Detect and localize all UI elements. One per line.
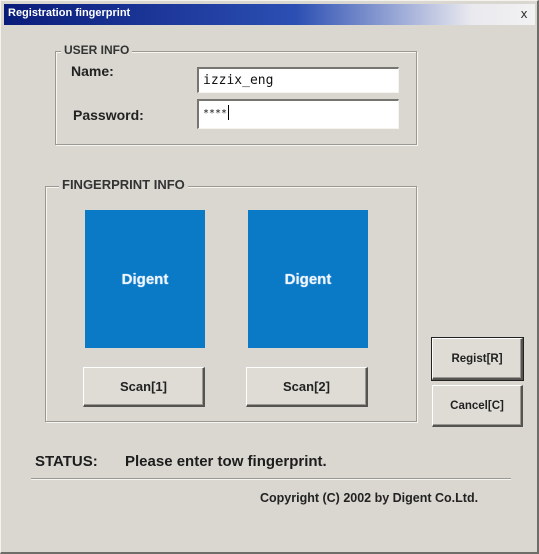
- name-field[interactable]: izzix_eng: [197, 67, 399, 93]
- user-info-title: USER INFO: [61, 43, 133, 57]
- password-field[interactable]: ****: [197, 99, 399, 129]
- status-divider: [31, 478, 511, 480]
- status-message: Please enter tow fingerprint.: [125, 453, 327, 470]
- cancel-button[interactable]: Cancel[C]: [432, 385, 523, 427]
- scan-1-button[interactable]: Scan[1]: [83, 367, 205, 407]
- status-label: STATUS:: [35, 453, 98, 470]
- password-field-value: ****: [203, 108, 228, 119]
- digent-logo: Digent: [121, 270, 169, 288]
- scan-2-button[interactable]: Scan[2]: [246, 367, 368, 407]
- name-label: Name:: [71, 63, 114, 79]
- password-label: Password:: [73, 107, 144, 123]
- fingerprint-info-title: FINGERPRINT INFO: [59, 177, 188, 192]
- close-icon[interactable]: x: [517, 7, 531, 22]
- fingerprint-panel-1: Digent: [85, 210, 205, 348]
- regist-button[interactable]: Regist[R]: [431, 337, 524, 381]
- digent-logo: Digent: [284, 270, 332, 288]
- text-caret: [228, 105, 230, 120]
- name-field-value: izzix_eng: [203, 73, 274, 88]
- fingerprint-panel-2: Digent: [248, 210, 368, 348]
- registration-dialog: Registration fingerprint x USER INFO Nam…: [0, 0, 539, 554]
- title-bar[interactable]: Registration fingerprint x: [4, 4, 535, 25]
- copyright-text: Copyright (C) 2002 by Digent Co.Ltd.: [260, 491, 479, 505]
- window-title: Registration fingerprint: [8, 7, 131, 19]
